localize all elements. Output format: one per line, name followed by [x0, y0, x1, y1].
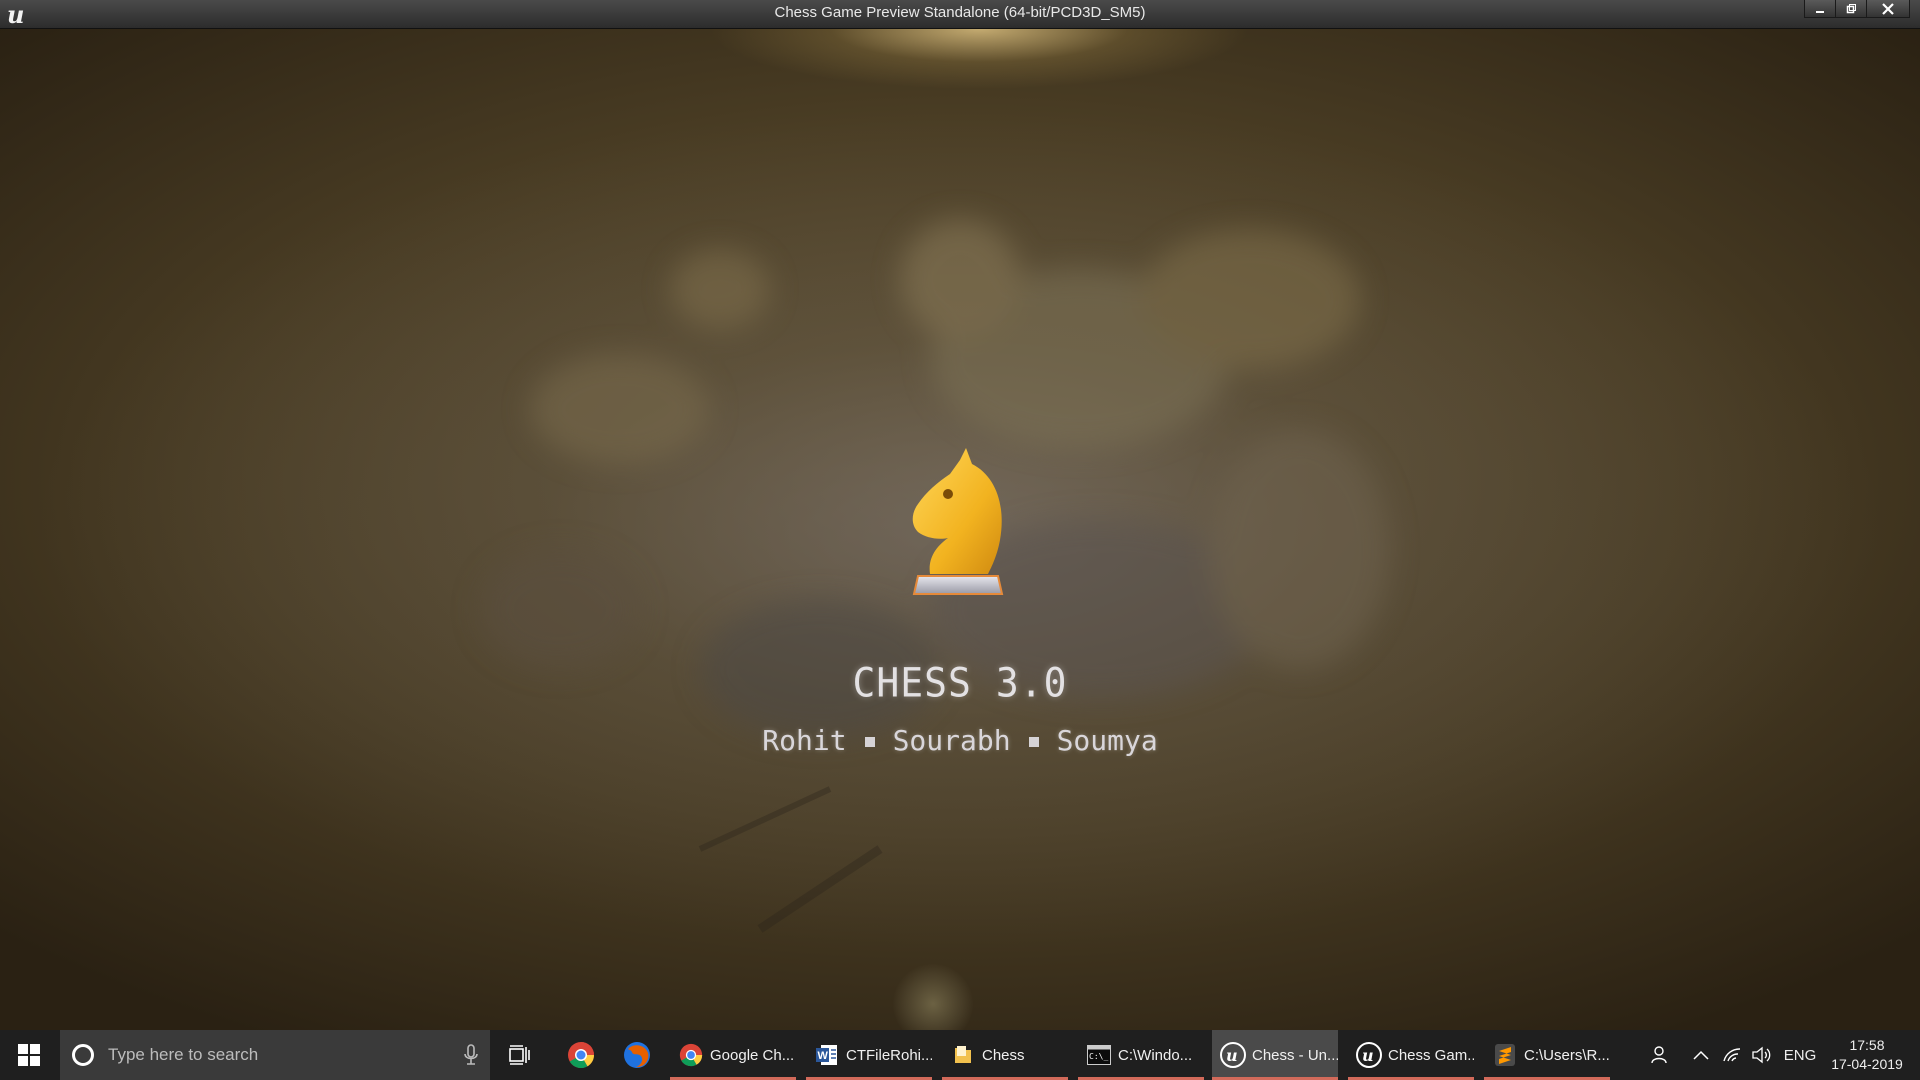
credit-name: Soumya	[1056, 724, 1158, 757]
restore-button[interactable]	[1835, 0, 1867, 18]
svg-text:u: u	[1362, 1046, 1374, 1065]
taskbar-app-label: Chess - Un...	[1252, 1046, 1338, 1064]
folder-icon	[950, 1042, 976, 1068]
sublime-text-icon	[1492, 1042, 1518, 1068]
separator-dot	[864, 737, 875, 747]
separator-dot	[1028, 737, 1039, 747]
task-view-icon	[509, 1045, 530, 1065]
minimize-button[interactable]	[1804, 0, 1836, 18]
clock-date: 17-04-2019	[1831, 1056, 1903, 1072]
taskbar-app[interactable]: Google Ch...	[670, 1030, 796, 1080]
language-label: ENG	[1783, 1046, 1817, 1064]
volume-icon	[1752, 1046, 1771, 1064]
taskbar-app[interactable]: C:\_ C:\Windo...	[1078, 1030, 1204, 1080]
svg-text:C:\_: C:\_	[1089, 1052, 1108, 1061]
chevron-up-icon	[1693, 1050, 1709, 1060]
clock-time: 17:58	[1849, 1037, 1885, 1053]
credit-name: Sourabh	[892, 724, 1011, 757]
taskbar-app-label: C:\Users\R...	[1524, 1046, 1610, 1064]
cmd-icon: C:\_	[1086, 1042, 1112, 1068]
taskbar-app[interactable]: W CTFileRohi...	[806, 1030, 932, 1080]
credit-name: Rohit	[762, 724, 847, 757]
taskbar-app-label: Chess Gam...	[1388, 1046, 1474, 1064]
start-button[interactable]	[0, 1030, 58, 1080]
chrome-icon	[678, 1042, 704, 1068]
task-view-button[interactable]	[500, 1030, 540, 1080]
network-button[interactable]	[1718, 1030, 1746, 1080]
taskbar-app[interactable]: Chess	[942, 1030, 1068, 1080]
minimize-icon	[1816, 10, 1824, 13]
wifi-icon	[1723, 1048, 1741, 1062]
clock[interactable]: 17:58 17-04-2019	[1822, 1030, 1912, 1080]
firefox-icon	[624, 1042, 650, 1068]
microphone-icon[interactable]	[464, 1044, 478, 1066]
restore-icon	[1846, 3, 1856, 13]
pinned-firefox[interactable]	[612, 1030, 662, 1080]
taskbar: Type here to search Google Ch... W CTFil…	[0, 1030, 1920, 1080]
close-button[interactable]	[1866, 0, 1910, 18]
search-placeholder: Type here to search	[108, 1045, 259, 1064]
window-title-bar[interactable]: u Chess Game Preview Standalone (64-bit/…	[0, 0, 1920, 29]
credits-line: Rohit Sourabh Soumya	[0, 724, 1920, 757]
taskbar-app-label: C:\Windo...	[1118, 1046, 1193, 1064]
unreal-engine-icon: u	[1220, 1042, 1246, 1068]
windows-icon	[18, 1044, 40, 1066]
game-viewport[interactable]: CHESS 3.0 Rohit Sourabh Soumya	[0, 29, 1920, 1030]
window-title: Chess Game Preview Standalone (64-bit/PC…	[774, 4, 1146, 21]
chess-knight-icon	[912, 448, 1004, 595]
game-title: CHESS 3.0	[852, 659, 1068, 707]
taskbar-app-active[interactable]: u Chess - Un...	[1212, 1030, 1338, 1080]
taskbar-app-label: Google Ch...	[710, 1046, 795, 1064]
taskbar-app[interactable]: u Chess Gam...	[1348, 1030, 1474, 1080]
people-button[interactable]	[1645, 1030, 1675, 1080]
svg-text:u: u	[1226, 1046, 1238, 1065]
language-indicator[interactable]: ENG	[1782, 1030, 1818, 1080]
search-box[interactable]: Type here to search	[60, 1030, 490, 1080]
show-hidden-icons-button[interactable]	[1690, 1030, 1712, 1080]
volume-button[interactable]	[1748, 1030, 1776, 1080]
cortana-icon	[72, 1044, 94, 1066]
unreal-engine-icon: u	[1356, 1042, 1382, 1068]
taskbar-app[interactable]: C:\Users\R...	[1484, 1030, 1610, 1080]
people-icon	[1651, 1046, 1667, 1064]
chrome-icon	[568, 1042, 595, 1069]
taskbar-app-label: CTFileRohi...	[846, 1046, 932, 1064]
taskbar-app-label: Chess	[982, 1046, 1025, 1064]
svg-text:W: W	[818, 1050, 829, 1062]
close-icon	[1882, 2, 1894, 15]
word-icon: W	[814, 1042, 840, 1068]
pinned-chrome[interactable]	[556, 1030, 606, 1080]
